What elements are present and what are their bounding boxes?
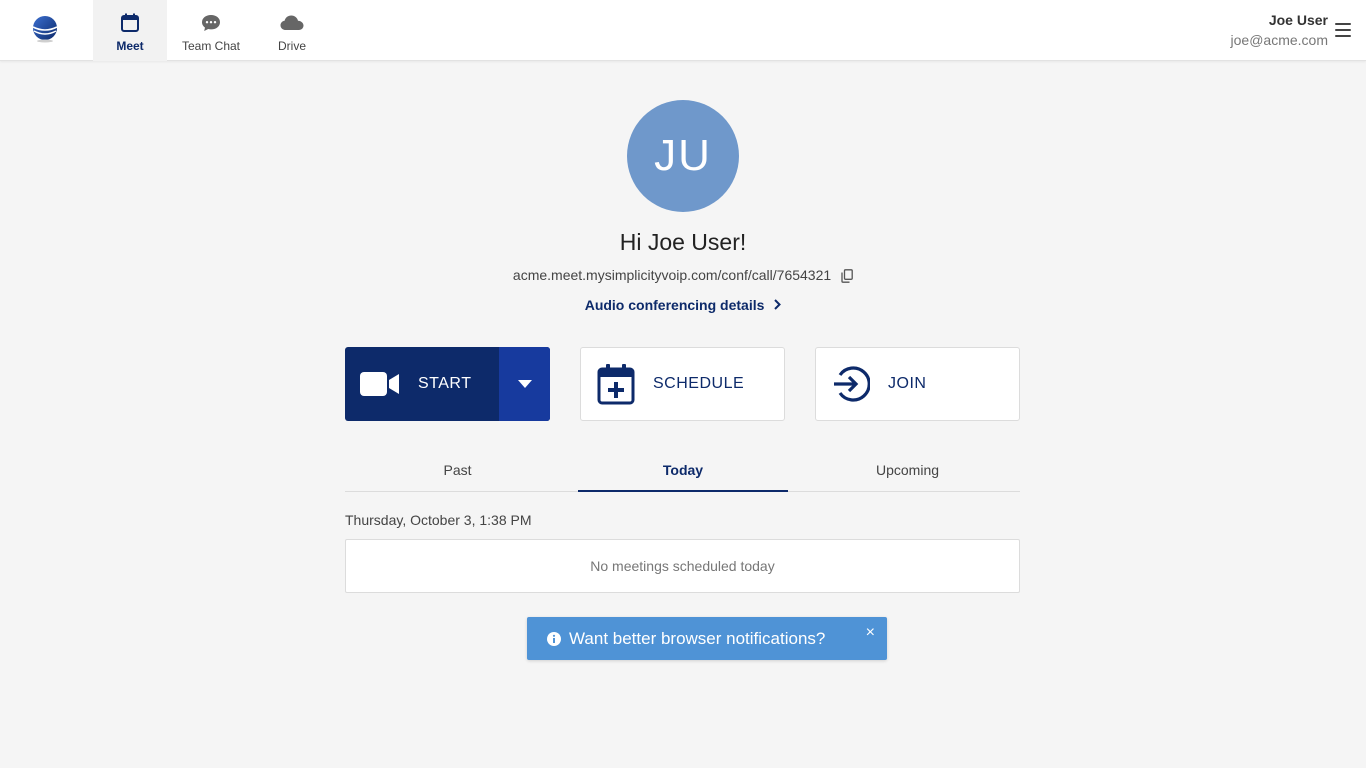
info-icon xyxy=(547,631,561,646)
app-logo-icon[interactable] xyxy=(30,14,60,44)
chevron-right-icon xyxy=(774,299,782,310)
notification-toast[interactable]: Want better browser notifications? × xyxy=(527,617,887,660)
nav-item-label: Meet xyxy=(116,39,144,53)
tab-past[interactable]: Past xyxy=(345,452,570,492)
top-bar: Meet Team Chat Drive Joe User joe@acme.c… xyxy=(0,0,1366,61)
join-button[interactable]: JOIN xyxy=(815,347,1020,421)
copy-icon[interactable] xyxy=(841,269,853,284)
schedule-button[interactable]: SCHEDULE xyxy=(580,347,785,421)
caret-down-icon xyxy=(517,380,532,388)
audio-conferencing-link[interactable]: Audio conferencing details xyxy=(0,297,1366,313)
meeting-url: acme.meet.mysimplicityvoip.com/conf/call… xyxy=(512,267,832,283)
meetings-list-empty: No meetings scheduled today xyxy=(345,539,1020,593)
start-main[interactable]: START xyxy=(345,347,499,421)
meeting-url-row: acme.meet.mysimplicityvoip.com/conf/call… xyxy=(0,267,1366,284)
join-label: JOIN xyxy=(888,375,927,392)
tab-upcoming[interactable]: Upcoming xyxy=(795,452,1020,492)
video-camera-icon xyxy=(360,372,399,396)
user-name: Joe User xyxy=(1268,12,1328,28)
nav-item-label: Team Chat xyxy=(181,39,241,53)
calendar-icon xyxy=(121,13,139,32)
hamburger-menu-icon[interactable] xyxy=(1335,23,1351,39)
schedule-label: SCHEDULE xyxy=(653,375,745,392)
avatar: JU xyxy=(627,100,739,212)
chat-icon xyxy=(202,15,220,31)
nav-item-label: Drive xyxy=(277,39,306,53)
close-icon[interactable]: × xyxy=(866,625,875,641)
tab-today[interactable]: Today xyxy=(578,452,788,492)
nav-item-drive[interactable]: Drive xyxy=(255,0,329,61)
user-email: joe@acme.com xyxy=(1230,32,1328,48)
meeting-tabs: Past Today Upcoming xyxy=(345,452,1020,492)
calendar-plus-icon xyxy=(597,364,635,405)
start-meeting-button[interactable]: START xyxy=(345,347,550,421)
user-info[interactable]: Joe User joe@acme.com xyxy=(1231,12,1328,48)
nav-item-team-chat[interactable]: Team Chat xyxy=(174,0,248,61)
nav-item-meet[interactable]: Meet xyxy=(93,0,167,61)
cloud-icon xyxy=(280,15,304,30)
current-date: Thursday, October 3, 1:38 PM xyxy=(345,512,532,528)
start-label: START xyxy=(418,375,472,392)
sign-in-icon xyxy=(834,366,870,402)
start-dropdown-button[interactable] xyxy=(499,347,550,421)
toast-message: Want better browser notifications? xyxy=(569,628,826,648)
greeting-heading: Hi Joe User! xyxy=(619,229,747,255)
audio-conferencing-label: Audio conferencing details xyxy=(584,297,765,313)
